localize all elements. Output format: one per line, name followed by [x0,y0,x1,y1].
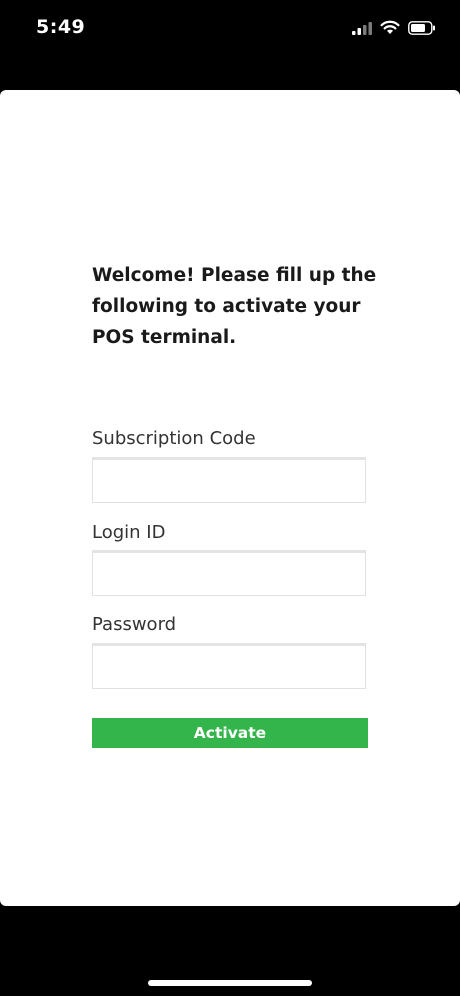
subscription-code-label: Subscription Code [92,428,256,449]
password-input[interactable] [92,643,366,689]
status-time: 5:49 [36,16,86,38]
cellular-signal-icon [352,20,372,39]
activate-button[interactable]: Activate [92,718,368,748]
welcome-message: Welcome! Please fill up the following to… [92,265,377,348]
status-icons [352,20,436,39]
activation-card: Welcome! Please fill up the following to… [0,90,460,906]
home-indicator[interactable] [148,980,312,986]
login-id-label: Login ID [92,522,166,543]
status-bar: 5:49 [0,0,460,60]
subscription-code-input[interactable] [92,457,366,503]
wifi-icon [380,20,400,39]
password-label: Password [92,614,177,635]
login-id-input[interactable] [92,550,366,596]
battery-icon [408,20,436,39]
